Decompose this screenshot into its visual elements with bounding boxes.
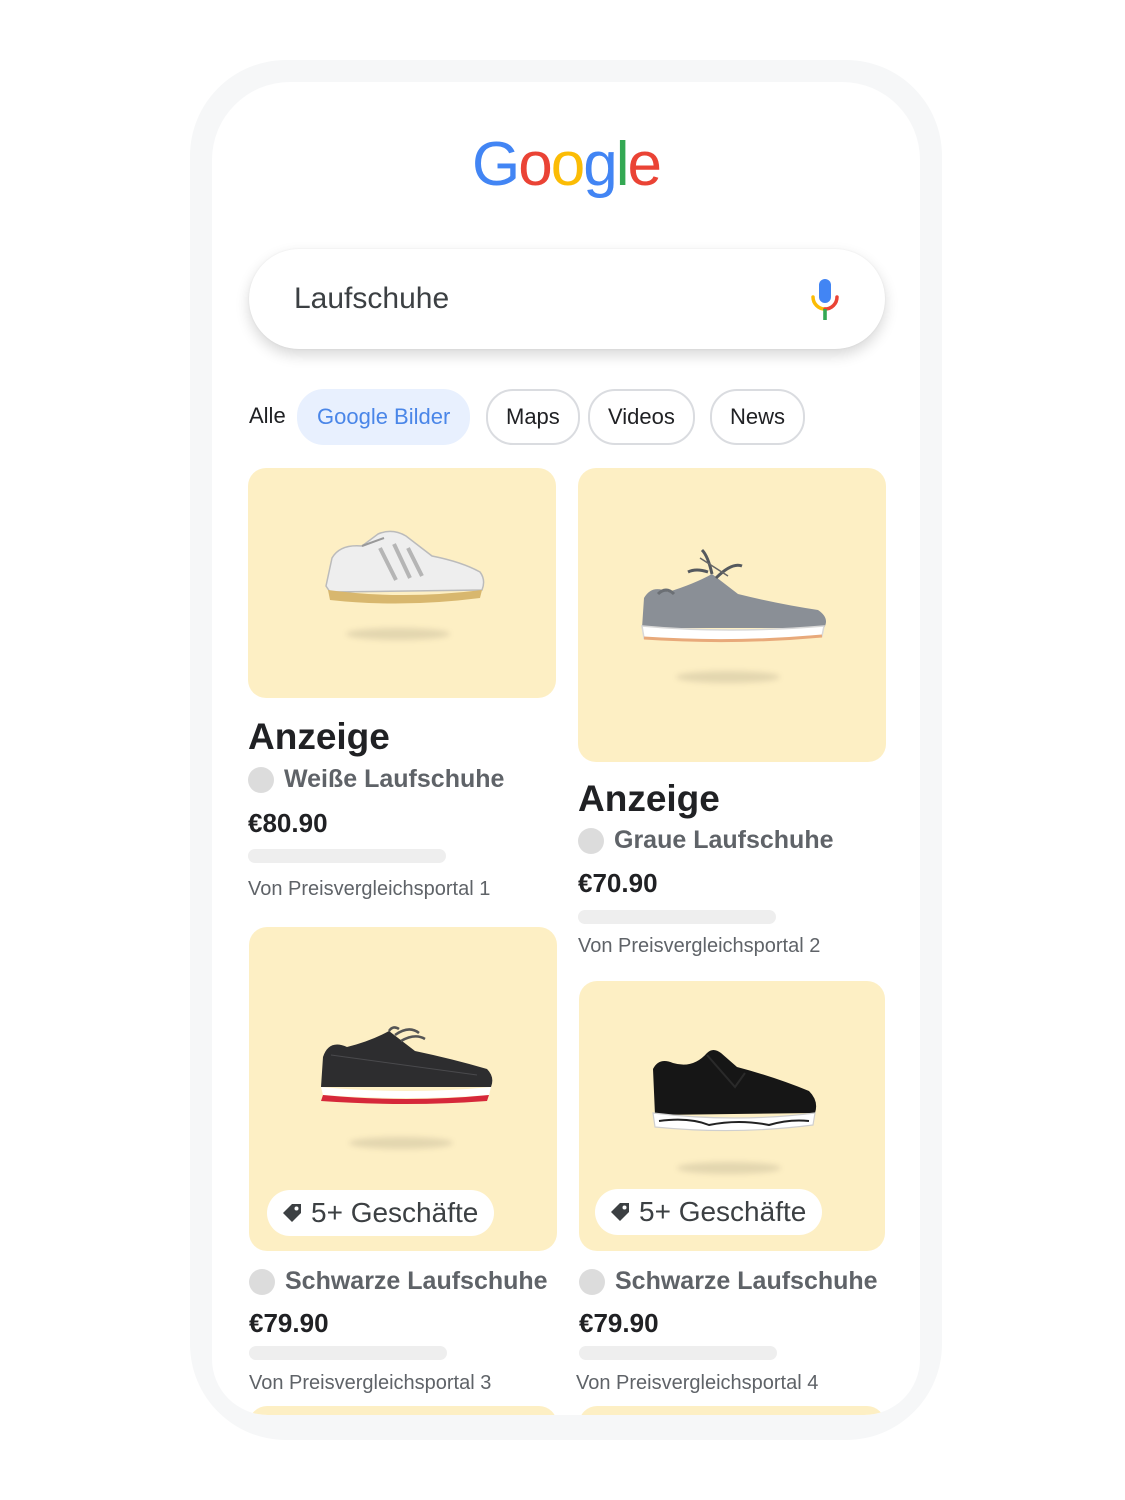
tab-google-images[interactable]: Google Bilder [297, 389, 471, 445]
product-price: €70.90 [578, 868, 658, 898]
product-image[interactable]: 5+ Geschäfte [249, 927, 557, 1251]
logo-letter: g [583, 130, 618, 199]
logo-letter: e [627, 130, 662, 199]
shoe-shadow [346, 628, 450, 640]
search-input[interactable]: Laufschuhe [294, 282, 449, 316]
stores-badge[interactable]: 5+ Geschäfte [267, 1190, 495, 1236]
product-title-row[interactable]: Weiße Laufschuhe [248, 765, 504, 794]
product-source: Von Preisvergleichsportal 2 [578, 935, 821, 957]
tab-maps[interactable]: Maps [486, 389, 580, 445]
merchant-logo [579, 1268, 605, 1295]
microphone-icon[interactable] [810, 279, 840, 321]
shoe-shadow [677, 1162, 781, 1174]
shoe-shadow [349, 1137, 453, 1149]
stores-badge-label: 5+ Geschäfte [639, 1196, 807, 1227]
tab-news[interactable]: News [710, 389, 806, 445]
product-source: Von Preisvergleichsportal 1 [248, 878, 491, 900]
stores-badge-label: 5+ Geschäfte [311, 1197, 479, 1228]
placeholder-bar [248, 849, 446, 863]
tab-videos[interactable]: Videos [588, 389, 695, 445]
search-tabs: Alle Google Bilder Maps Videos News [249, 389, 899, 445]
tab-all[interactable]: Alle [249, 389, 286, 443]
phone-screen: Google Laufschuhe Alle Google Bilder Map… [212, 82, 920, 1415]
price-tag-icon [283, 1204, 301, 1222]
next-card-peek [579, 1406, 885, 1415]
black-red-sneaker-icon [321, 1026, 493, 1104]
search-box[interactable]: Laufschuhe [249, 249, 885, 349]
product-title-row[interactable]: Schwarze Laufschuhe [579, 1267, 878, 1296]
product-source: Von Preisvergleichsportal 3 [249, 1372, 492, 1394]
logo-letter: o [550, 130, 586, 199]
shoe-shadow [676, 671, 780, 683]
product-title-row[interactable]: Schwarze Laufschuhe [249, 1267, 548, 1296]
google-logo: Google [212, 134, 920, 196]
price-tag-icon [611, 1203, 629, 1221]
logo-letter: o [518, 130, 553, 199]
logo-letter: l [615, 130, 630, 199]
next-card-peek [249, 1406, 557, 1415]
product-image[interactable] [578, 468, 886, 762]
product-title[interactable]: Weiße Laufschuhe [284, 765, 504, 794]
ad-label: Anzeige [578, 778, 720, 819]
merchant-logo [578, 827, 604, 854]
product-price: €79.90 [579, 1308, 659, 1338]
stores-badge[interactable]: 5+ Geschäfte [595, 1189, 823, 1235]
product-source: Von Preisvergleichsportal 4 [576, 1372, 819, 1394]
white-sneaker-icon [325, 530, 485, 604]
grey-sneaker-icon [641, 548, 826, 643]
product-image[interactable]: 5+ Geschäfte [579, 981, 885, 1251]
merchant-logo [249, 1268, 275, 1295]
placeholder-bar [249, 1346, 447, 1360]
placeholder-bar [579, 1346, 777, 1360]
product-title[interactable]: Schwarze Laufschuhe [615, 1267, 878, 1296]
product-price: €79.90 [249, 1308, 329, 1338]
black-slip-on-icon [652, 1050, 817, 1132]
placeholder-bar [578, 910, 776, 924]
product-price: €80.90 [248, 808, 328, 838]
product-title-row[interactable]: Graue Laufschuhe [578, 826, 834, 855]
logo-letter: G [472, 130, 520, 199]
product-image[interactable] [248, 468, 556, 698]
ad-label: Anzeige [248, 716, 390, 757]
merchant-logo [248, 766, 274, 793]
product-title[interactable]: Schwarze Laufschuhe [285, 1267, 548, 1296]
product-title[interactable]: Graue Laufschuhe [614, 826, 834, 855]
